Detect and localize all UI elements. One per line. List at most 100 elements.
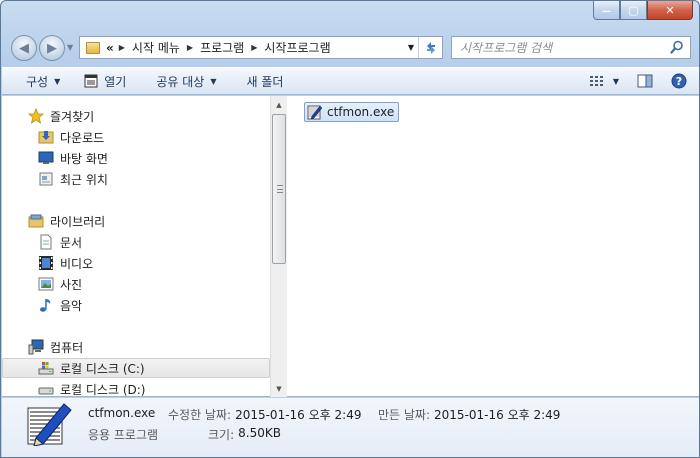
chevron-right-icon[interactable]: ▶	[184, 43, 196, 52]
back-button[interactable]: ◀	[11, 35, 37, 61]
search-box[interactable]	[451, 36, 691, 59]
nav-item-documents[interactable]: 문서	[2, 232, 270, 252]
nav-item-libraries[interactable]: 라이브러리	[2, 211, 270, 231]
video-icon	[38, 255, 54, 271]
desktop-icon	[38, 150, 54, 166]
nav-item-recent-places[interactable]: 최근 위치	[2, 169, 270, 189]
scroll-down-icon[interactable]: ▼	[271, 380, 287, 397]
content-area: 즐겨찾기 다운로드 바탕 화면 최근 위치 라이브러리 문서 비디오 사진 음악…	[2, 96, 699, 397]
command-bar: 구성 ▼ 열기 공유 대상 ▼ 새 폴더 ▼ ?	[2, 67, 699, 95]
arrow-right-icon: ▶	[47, 40, 57, 56]
file-list: ctfmon.exe	[288, 96, 699, 397]
executable-file-icon	[27, 403, 72, 446]
downloads-folder-icon	[38, 129, 54, 145]
details-file-type: 응용 프로그램	[88, 428, 159, 442]
nav-label: 음악	[60, 298, 83, 313]
address-dropdown-icon[interactable]: ▼	[408, 43, 414, 52]
details-modified: 수정한 날짜: 2015-01-16 오후 2:49	[168, 406, 361, 423]
nav-item-favorites[interactable]: 즐겨찾기	[2, 106, 270, 126]
chevron-right-icon[interactable]: ▶	[248, 43, 260, 52]
search-icon[interactable]	[670, 40, 684, 54]
nav-label: 다운로드	[60, 130, 105, 145]
drive-icon	[38, 381, 54, 397]
chevron-down-icon: ▼	[612, 76, 619, 86]
open-button[interactable]: 열기	[76, 70, 134, 92]
share-label: 공유 대상	[156, 74, 205, 89]
details-file-name: ctfmon.exe	[88, 406, 156, 420]
size-label: 크기:	[208, 428, 235, 442]
preview-pane-button[interactable]	[627, 70, 663, 92]
nav-label: 사진	[60, 277, 83, 292]
star-icon	[28, 108, 44, 124]
breadcrumb-startup[interactable]: 시작프로그램	[260, 37, 334, 58]
breadcrumb-programs[interactable]: 프로그램	[196, 37, 248, 58]
nav-item-downloads[interactable]: 다운로드	[2, 127, 270, 147]
help-icon: ?	[671, 73, 687, 89]
application-icon	[84, 74, 98, 88]
breadcrumb-start-menu[interactable]: 시작 메뉴	[128, 37, 184, 58]
breadcrumb-overflow[interactable]: «	[104, 37, 116, 58]
music-note-icon	[38, 297, 54, 313]
chevron-right-icon[interactable]: ▶	[116, 43, 128, 52]
refresh-button[interactable]	[418, 37, 442, 58]
scroll-up-icon[interactable]: ▲	[271, 96, 287, 113]
nav-item-desktop[interactable]: 바탕 화면	[2, 148, 270, 168]
open-label: 열기	[104, 74, 127, 89]
new-folder-label: 새 폴더	[246, 74, 284, 89]
details-size: 크기: 8.50KB	[208, 426, 281, 443]
nav-item-pictures[interactable]: 사진	[2, 274, 270, 294]
explorer-window: — ▢ ✕ ◀ ▶ ▼ « ▶ 시작 메뉴 ▶ 프로그램 ▶ 시작프로그램 ▼	[0, 0, 700, 458]
minimize-button[interactable]: —	[593, 1, 620, 20]
preview-pane-icon	[637, 74, 653, 88]
organize-label: 구성	[26, 74, 49, 89]
document-icon	[38, 234, 54, 250]
chevron-down-icon: ▼	[54, 76, 61, 86]
size-value: 8.50KB	[238, 426, 281, 440]
nav-item-disk-d[interactable]: 로컬 디스크 (D:)	[2, 379, 270, 397]
libraries-icon	[28, 213, 44, 229]
view-dropdown-button[interactable]: ▼	[609, 70, 627, 92]
share-with-button[interactable]: 공유 대상 ▼	[148, 70, 224, 92]
nav-scrollbar[interactable]: ▲ ▼	[270, 96, 287, 397]
new-folder-button[interactable]: 새 폴더	[238, 70, 291, 92]
nav-item-disk-c[interactable]: 로컬 디스크 (C:)	[2, 358, 270, 378]
help-button[interactable]: ?	[663, 70, 699, 92]
svg-text:?: ?	[676, 75, 682, 88]
file-name: ctfmon.exe	[327, 105, 395, 119]
address-bar[interactable]: « ▶ 시작 메뉴 ▶ 프로그램 ▶ 시작프로그램 ▼	[79, 36, 443, 59]
scrollbar-thumb[interactable]	[272, 114, 286, 264]
organize-button[interactable]: 구성 ▼	[18, 70, 68, 92]
recent-places-icon	[38, 171, 54, 187]
recent-pages-dropdown[interactable]: ▼	[67, 43, 73, 52]
change-view-button[interactable]	[585, 70, 609, 92]
folder-icon	[86, 41, 100, 54]
search-input[interactable]	[452, 37, 662, 58]
forward-button[interactable]: ▶	[39, 35, 65, 61]
refresh-icon	[426, 41, 435, 54]
nav-label: 문서	[60, 235, 83, 250]
nav-label: 즐겨찾기	[50, 109, 95, 124]
nav-item-videos[interactable]: 비디오	[2, 253, 270, 273]
arrow-left-icon: ◀	[19, 40, 29, 56]
details-created: 만든 날짜: 2015-01-16 오후 2:49	[378, 406, 560, 423]
chevron-down-icon: ▼	[210, 76, 217, 86]
executable-file-icon	[307, 104, 323, 120]
close-button[interactable]: ✕	[647, 1, 693, 20]
nav-item-computer[interactable]: 컴퓨터	[2, 337, 270, 357]
nav-item-music[interactable]: 음악	[2, 295, 270, 315]
details-pane: ctfmon.exe 응용 프로그램 수정한 날짜: 2015-01-16 오후…	[2, 398, 699, 457]
nav-label: 라이브러리	[50, 214, 106, 229]
computer-icon	[28, 339, 44, 355]
nav-label: 최근 위치	[60, 172, 108, 187]
created-value: 2015-01-16 오후 2:49	[434, 408, 561, 422]
system-drive-icon	[38, 360, 54, 376]
grip-icon	[277, 185, 283, 193]
nav-label: 바탕 화면	[60, 151, 108, 166]
maximize-icon: ▢	[628, 3, 639, 17]
file-item[interactable]: ctfmon.exe	[304, 102, 400, 122]
caption-buttons: — ▢ ✕	[593, 1, 693, 21]
maximize-button[interactable]: ▢	[620, 1, 647, 20]
nav-label: 컴퓨터	[50, 340, 84, 355]
view-options-icon	[589, 76, 603, 86]
nav-label: 비디오	[60, 256, 94, 271]
